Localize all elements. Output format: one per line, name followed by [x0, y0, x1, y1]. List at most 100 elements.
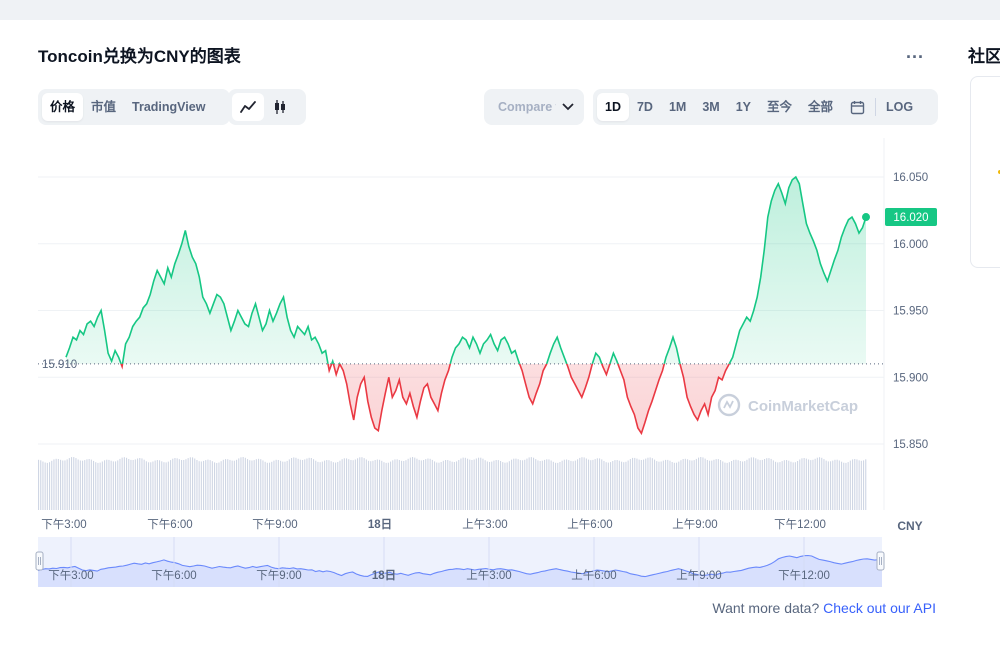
volume-bar — [643, 459, 645, 510]
volume-bar — [187, 458, 189, 510]
volume-bar — [317, 461, 319, 510]
line-chart-icon[interactable] — [232, 93, 264, 121]
x-tick-label: 上午3:00 — [462, 518, 507, 531]
volume-bar — [132, 460, 134, 510]
navigator-left-handle[interactable] — [35, 551, 44, 571]
volume-bar — [143, 459, 145, 510]
volume-bar — [152, 461, 154, 510]
volume-bar — [255, 459, 257, 510]
volume-bar — [398, 460, 400, 510]
tab-market-cap[interactable]: 市值 — [83, 93, 124, 121]
volume-bar — [260, 459, 262, 510]
volume-bar — [588, 459, 590, 510]
volume-bar — [244, 457, 246, 510]
volume-bar — [53, 459, 55, 510]
volume-bar — [863, 460, 865, 510]
volume-bar — [282, 461, 284, 510]
tab-price[interactable]: 价格 — [42, 93, 84, 121]
volume-bar — [412, 457, 414, 510]
volume-bar — [62, 460, 64, 510]
volume-bar — [834, 459, 836, 510]
volume-bar — [379, 459, 381, 510]
volume-bar — [537, 460, 539, 510]
range-1y[interactable]: 1Y — [728, 93, 759, 121]
range-navigator[interactable]: 下午3:00 下午6:00 下午9:00 18日 上午3:00 上午6:00 上午9:00 下… — [35, 537, 885, 587]
volume-bar — [546, 459, 548, 510]
volume-bar — [57, 459, 59, 510]
volume-bar — [616, 460, 618, 510]
volume-bar — [150, 462, 152, 510]
volume-bar — [249, 460, 251, 510]
api-link[interactable]: Check out our API — [823, 600, 936, 616]
volume-bar — [445, 460, 447, 510]
volume-bar — [161, 461, 163, 510]
range-ytd[interactable]: 至今 — [759, 93, 800, 121]
volume-bar — [812, 459, 814, 510]
range-group: 1D 7D 1M 3M 1Y 至今 全部 LOG — [593, 89, 938, 125]
price-area-up — [66, 177, 866, 364]
volume-bar — [541, 460, 543, 510]
volume-bar — [865, 459, 867, 510]
volume-bar — [253, 460, 255, 510]
volume-bar — [805, 458, 807, 510]
volume-bar — [332, 462, 334, 510]
volume-bar — [341, 459, 343, 510]
volume-bar — [605, 462, 607, 510]
volume-bar — [348, 459, 350, 510]
volume-bar — [101, 461, 103, 510]
volume-bar — [783, 460, 785, 510]
more-options-button[interactable]: ... — [906, 42, 924, 63]
range-all[interactable]: 全部 — [800, 93, 841, 121]
volume-bar — [511, 459, 513, 510]
volume-bar — [845, 462, 847, 510]
compare-dropdown[interactable]: Compare w — [484, 89, 584, 125]
volume-bar — [709, 460, 711, 510]
volume-bar — [401, 460, 403, 510]
price-chart[interactable]: CoinMarketCap 15.910 16.020 16.050 16.000… — [0, 130, 958, 600]
navigator-tick-label: 下午9:00 — [256, 569, 301, 582]
volume-bar — [638, 459, 640, 510]
volume-bar — [731, 461, 733, 510]
navigator-tick-label: 下午12:00 — [778, 569, 830, 582]
volume-bar — [860, 460, 862, 510]
x-tick-label: 下午9:00 — [252, 518, 297, 531]
volume-bar — [724, 462, 726, 510]
range-7d[interactable]: 7D — [629, 93, 661, 121]
volume-bar — [363, 458, 365, 510]
volume-bar — [557, 462, 559, 510]
volume-bar — [775, 461, 777, 510]
volume-bar — [350, 460, 352, 510]
range-1m[interactable]: 1M — [661, 93, 694, 121]
volume-bar — [739, 461, 741, 510]
volume-bar — [440, 462, 442, 510]
calendar-icon[interactable] — [841, 93, 873, 121]
volume-bar — [229, 459, 231, 510]
volume-bar — [513, 458, 515, 510]
volume-bar — [368, 460, 370, 510]
x-tick-label: 下午3:00 — [41, 518, 86, 531]
volume-bar — [843, 462, 845, 510]
volume-bar — [110, 460, 112, 510]
tab-tradingview[interactable]: TradingView — [124, 93, 213, 121]
x-tick-label: 18日 — [368, 518, 392, 531]
volume-bar — [42, 461, 44, 510]
log-scale-toggle[interactable]: LOG — [878, 93, 921, 121]
volume-bar — [90, 459, 92, 510]
volume-bars — [38, 457, 867, 510]
volume-bar — [528, 457, 530, 510]
volume-bar — [801, 458, 803, 510]
volume-bar — [328, 460, 330, 510]
volume-bar — [621, 461, 623, 510]
candlestick-icon[interactable] — [264, 93, 296, 121]
range-3m[interactable]: 3M — [694, 93, 727, 121]
navigator-right-handle[interactable] — [876, 551, 885, 571]
volume-bar — [469, 459, 471, 510]
volume-bar — [429, 458, 431, 510]
volume-bar — [596, 458, 598, 510]
range-1d[interactable]: 1D — [597, 93, 629, 121]
volume-bar — [715, 459, 717, 510]
volume-bar — [198, 461, 200, 510]
volume-bar — [647, 457, 649, 510]
volume-bar — [797, 461, 799, 510]
volume-bar — [612, 461, 614, 510]
